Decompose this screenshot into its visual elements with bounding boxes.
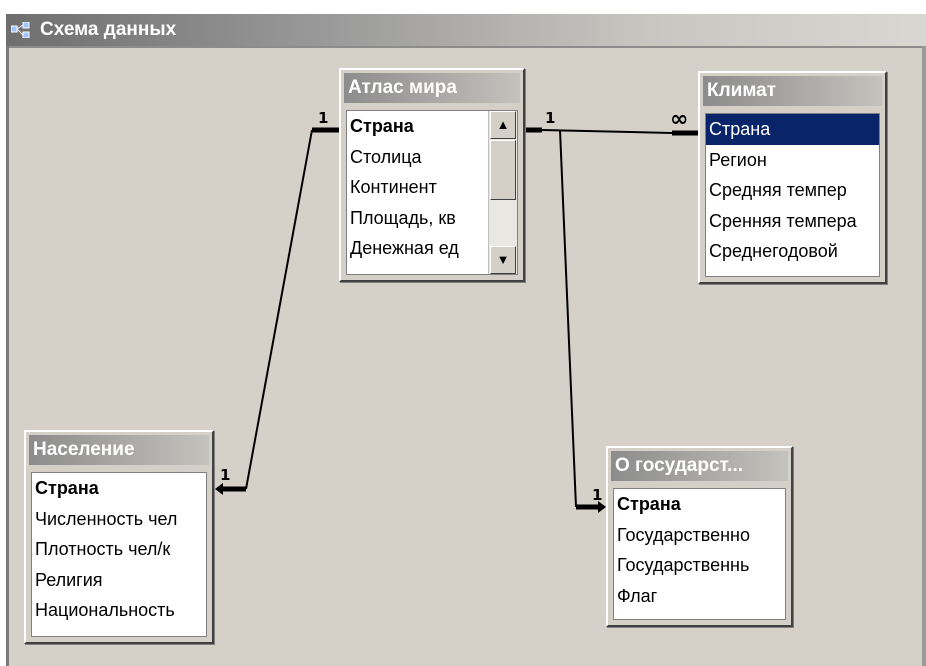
cardinality-one-label: 1 xyxy=(592,486,603,504)
field-row[interactable]: Страна xyxy=(706,114,879,145)
table-atlas[interactable]: Атлас мира Страна Столица Континент Площ… xyxy=(339,68,525,282)
cardinality-one-label: 1 xyxy=(220,466,231,484)
vertical-scrollbar[interactable]: ▲ ▼ xyxy=(488,111,517,274)
field-row[interactable]: Сренняя темпера xyxy=(706,206,879,237)
field-row[interactable]: Религия xyxy=(32,565,206,596)
field-row[interactable]: Регион xyxy=(706,145,879,176)
window-titlebar[interactable]: Схема данных xyxy=(6,14,926,46)
diagram-canvas: 1 1 ∞ 1 1 Атлас мира Страна Столица Конт… xyxy=(6,46,926,666)
cardinality-one-label: 1 xyxy=(318,109,329,127)
table-atlas-fields[interactable]: Страна Столица Континент Площадь, кв Ден… xyxy=(346,110,518,275)
relationships-window: Схема данных 1 1 ∞ 1 1 Атлас мира Страна… xyxy=(6,14,926,666)
table-state[interactable]: О государст... Страна Государственно Гос… xyxy=(606,446,793,627)
field-row[interactable]: Среднегодовой xyxy=(706,236,879,267)
table-population[interactable]: Население Страна Численность чел Плотнос… xyxy=(24,430,214,644)
field-row[interactable]: Государственнь xyxy=(614,550,785,581)
table-population-fields[interactable]: Страна Численность чел Плотность чел/к Р… xyxy=(31,472,207,637)
scroll-down-button[interactable]: ▼ xyxy=(490,246,516,274)
table-climate-title[interactable]: Климат xyxy=(703,76,882,106)
table-state-fields[interactable]: Страна Государственно Государственнь Фла… xyxy=(613,488,786,620)
table-atlas-title[interactable]: Атлас мира xyxy=(344,73,520,103)
field-row[interactable]: Страна xyxy=(347,111,489,142)
field-row[interactable]: Площадь, кв xyxy=(347,203,489,234)
window-title: Схема данных xyxy=(40,19,177,40)
table-climate[interactable]: Климат Страна Регион Средняя темпер Срен… xyxy=(698,71,887,284)
field-row[interactable]: Флаг xyxy=(614,581,785,612)
table-climate-fields[interactable]: Страна Регион Средняя темпер Сренняя тем… xyxy=(705,113,880,277)
field-row[interactable]: Средняя темпер xyxy=(706,175,879,206)
relation-atlas-state[interactable] xyxy=(559,129,606,513)
field-row[interactable]: Континент xyxy=(347,172,489,203)
field-row[interactable]: Численность чел xyxy=(32,504,206,535)
scroll-up-button[interactable]: ▲ xyxy=(490,111,516,139)
field-row[interactable]: Плотность чел/к xyxy=(32,534,206,565)
field-row[interactable]: Столица xyxy=(347,142,489,173)
cardinality-many-label: ∞ xyxy=(670,107,689,132)
field-row[interactable]: Денежная ед xyxy=(347,233,489,264)
field-row[interactable]: Национальность xyxy=(32,595,206,626)
scroll-thumb[interactable] xyxy=(490,140,516,200)
cardinality-one-label: 1 xyxy=(545,109,556,127)
table-population-title[interactable]: Население xyxy=(29,435,209,465)
field-row[interactable]: Страна xyxy=(32,473,206,504)
relationships-icon xyxy=(11,22,30,38)
table-state-title[interactable]: О государст... xyxy=(611,451,788,481)
relation-atlas-population[interactable] xyxy=(215,127,342,495)
field-row[interactable]: Государственно xyxy=(614,520,785,551)
field-row[interactable]: Страна xyxy=(614,489,785,520)
